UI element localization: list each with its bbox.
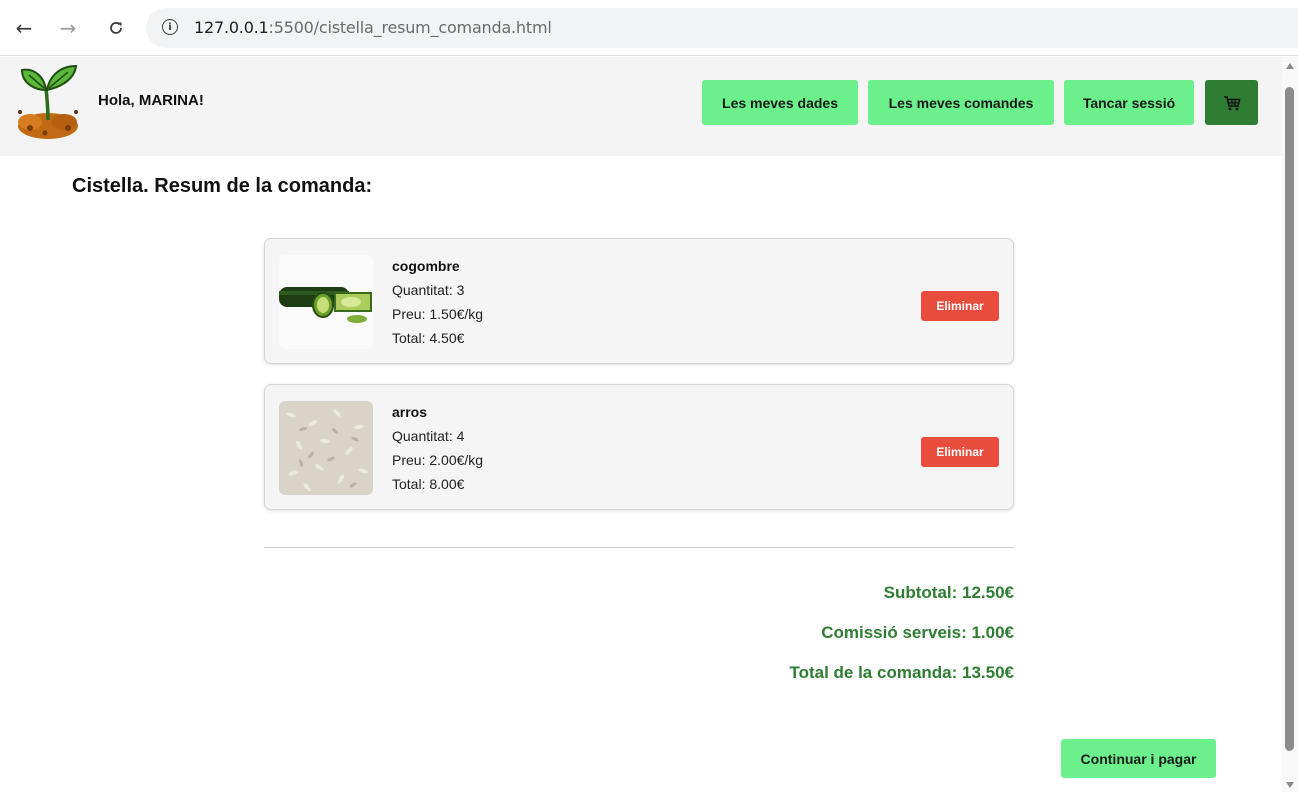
sprout-logo-icon[interactable] <box>12 62 84 140</box>
reload-button[interactable] <box>102 14 130 42</box>
item-details: arros Quantitat: 4 Preu: 2.00€/kg Total:… <box>392 403 483 499</box>
delete-item-button[interactable]: Eliminar <box>921 291 999 321</box>
scrollbar-thumb[interactable] <box>1285 87 1294 751</box>
cart-icon <box>1223 95 1241 110</box>
cart-item-card: arros Quantitat: 4 Preu: 2.00€/kg Total:… <box>264 384 1014 510</box>
user-greeting: Hola, MARINA! <box>98 92 204 109</box>
item-price: Preu: 1.50€/kg <box>392 306 484 322</box>
site-header: Hola, MARINA! Les meves dades Les meves … <box>0 57 1282 156</box>
address-bar[interactable]: i 127.0.0.1:5500/cistella_resum_comanda.… <box>146 8 1298 48</box>
forward-button[interactable]: → <box>54 14 82 42</box>
delete-item-button[interactable]: Eliminar <box>921 437 999 467</box>
item-quantity: Quantitat: 4 <box>392 428 465 444</box>
item-total: Total: 4.50€ <box>392 330 465 346</box>
back-button[interactable]: ← <box>10 14 38 42</box>
service-fee-text: Comissió serveis: 1.00€ <box>821 623 1014 642</box>
order-total-text: Total de la comanda: 13.50€ <box>789 663 1014 682</box>
page-title: Cistella. Resum de la comanda: <box>72 175 373 197</box>
url-host: 127.0.0.1 <box>194 18 269 37</box>
cart-item-card: cogombre Quantitat: 3 Preu: 1.50€/kg Tot… <box>264 238 1014 364</box>
item-quantity: Quantitat: 3 <box>392 282 465 298</box>
item-price: Preu: 2.00€/kg <box>392 452 484 468</box>
arrow-left-icon: ← <box>15 16 33 40</box>
scroll-up-icon[interactable] <box>1286 63 1294 69</box>
site-info-icon[interactable]: i <box>162 19 178 35</box>
url-text[interactable]: 127.0.0.1:5500/cistella_resum_comanda.ht… <box>194 18 552 37</box>
scroll-down-icon[interactable] <box>1286 782 1294 788</box>
browser-toolbar: ← → i 127.0.0.1:5500/cistella_resum_coma… <box>0 0 1298 56</box>
url-path: :5500/cistella_resum_comanda.html <box>268 18 552 37</box>
summary-divider <box>264 547 1014 548</box>
item-total: Total: 8.00€ <box>392 476 465 492</box>
arrow-right-icon: → <box>59 16 77 40</box>
page-scrollbar[interactable] <box>1282 57 1298 792</box>
my-orders-button[interactable]: Les meves comandes <box>868 80 1054 125</box>
subtotal-text: Subtotal: 12.50€ <box>883 583 1014 602</box>
continue-and-pay-button[interactable]: Continuar i pagar <box>1061 739 1216 778</box>
item-details: cogombre Quantitat: 3 Preu: 1.50€/kg Tot… <box>392 257 483 353</box>
cart-button[interactable] <box>1205 80 1258 125</box>
logout-button[interactable]: Tancar sessió <box>1064 80 1194 125</box>
cucumber-image <box>279 255 373 349</box>
reload-icon <box>110 22 122 34</box>
item-name: cogombre <box>392 258 460 274</box>
rice-image <box>279 401 373 495</box>
item-name: arros <box>392 404 428 420</box>
my-data-button[interactable]: Les meves dades <box>702 80 858 125</box>
